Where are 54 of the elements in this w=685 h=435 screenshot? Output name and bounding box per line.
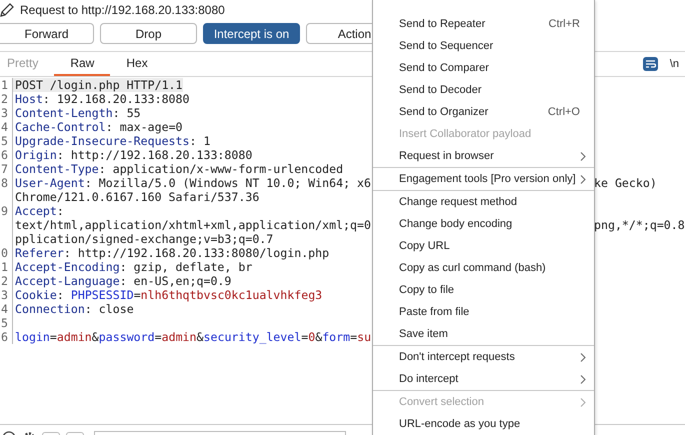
line-number: 5 — [0, 134, 13, 148]
line-number: 3 — [0, 106, 13, 120]
menu-item-label: Send to Organizer — [399, 106, 490, 118]
code-line: Origin: http://192.168.20.133:8080 — [14, 148, 252, 162]
line-number: 4 — [0, 302, 13, 316]
code-line: Chrome/121.0.6167.160 Safari/537.36 — [14, 190, 260, 204]
code-line: Upgrade-Insecure-Requests: 1 — [14, 134, 210, 148]
menu-item-label: Copy URL — [399, 240, 451, 252]
line-number: 8 — [0, 176, 13, 190]
code-line: Accept-Language: en-US,en;q=0.9 — [14, 274, 232, 288]
shortcut-label: Ctrl+R — [548, 18, 580, 30]
menu-item-label: Don't intercept requests — [399, 351, 516, 363]
line-number: 3 — [0, 288, 13, 302]
line-number: 4 — [0, 120, 13, 134]
line-number: 2 — [0, 92, 13, 106]
line-number: 9 — [0, 204, 13, 218]
code-line: Content-Type: application/x-www-form-urlencoded — [14, 162, 344, 176]
code-line: png,*/*;q=0.8 — [594, 218, 685, 232]
code-line: Connection: close — [14, 302, 134, 316]
menu-item-label: Copy to file — [399, 284, 456, 296]
code-line: ke Gecko) — [594, 176, 658, 190]
menu-item-label: Change body encoding — [399, 218, 514, 230]
line-number: 5 — [0, 316, 13, 330]
menu-item-label: Save item — [399, 328, 449, 340]
menu-item-label: Copy as curl command (bash) — [399, 262, 547, 274]
code-line: Cache-Control: max-age=0 — [14, 120, 183, 134]
line-number: 1 — [0, 260, 13, 274]
menu-item-label: Change request method — [399, 196, 518, 208]
line-number: 2 — [0, 274, 13, 288]
code-line: Host: 192.168.20.133:8080 — [14, 92, 190, 106]
menu-item-label: Do intercept — [399, 373, 460, 385]
menu-item-label: Request in browser — [399, 150, 495, 162]
code-line: Cookie: PHPSESSID=nlh6thqtbvsc0kc1ualvhkfeg3 — [14, 288, 322, 302]
code-line: Accept: — [14, 204, 64, 218]
code-line: Referer: http://192.168.20.133:8080/login.php — [14, 246, 330, 260]
line-number: 6 — [0, 330, 13, 344]
line-number: 0 — [0, 246, 13, 260]
menu-item-label: Paste from file — [399, 306, 470, 318]
code-line: Accept-Encoding: gzip, deflate, br — [14, 260, 252, 274]
line-number: 7 — [0, 162, 13, 176]
code-line: login=admin&password=admin&security_level=0&form=su — [14, 330, 372, 344]
line-number: 6 — [0, 148, 13, 162]
menu-item-label: Send to Comparer — [399, 62, 490, 74]
code-line: User-Agent: Mozilla/5.0 (Windows NT 10.0; Win64; x6 — [14, 176, 371, 190]
menu-item-label: Send to Decoder — [399, 84, 483, 96]
menu-item-label: Convert selection — [399, 396, 485, 408]
code-line: pplication/signed-exchange;v=b3;q=0.7 — [14, 232, 274, 246]
shortcut-label: Ctrl+O — [548, 106, 580, 118]
menu-item-label: Engagement tools [Pro version only] — [399, 173, 576, 185]
menu-item-label: URL-encode as you type — [399, 418, 522, 430]
code-line: text/html,application/xhtml+xml,application/xml;q=0 — [14, 218, 371, 232]
window-title: Request to http://192.168.20.133:8080 — [20, 3, 225, 17]
code-line: Content-Length: 55 — [14, 106, 141, 120]
menu-item-label: Insert Collaborator payload — [399, 128, 532, 140]
